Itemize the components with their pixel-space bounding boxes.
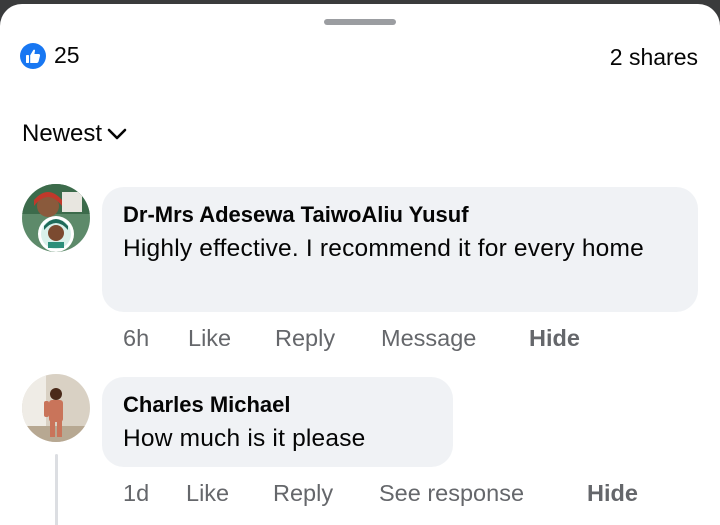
like-button[interactable]: Like [188, 325, 275, 352]
comment-timestamp[interactable]: 6h [123, 325, 188, 352]
comment-actions: 6h Like Reply Message Hide [123, 325, 580, 352]
reply-button[interactable]: Reply [273, 480, 379, 507]
hide-button[interactable]: Hide [587, 480, 638, 507]
comment-bubble[interactable]: Charles Michael How much is it please [102, 377, 453, 467]
hide-button[interactable]: Hide [529, 325, 580, 352]
sort-label: Newest [22, 120, 103, 147]
comment-author[interactable]: Dr-Mrs Adesewa TaiwoAliu Yusuf [123, 201, 676, 229]
see-response-button[interactable]: See response [379, 480, 587, 507]
chevron-down-icon [107, 128, 127, 140]
reaction-count: 25 [54, 42, 80, 68]
reply-thread-line [55, 454, 58, 525]
sort-dropdown[interactable]: Newest [22, 120, 127, 148]
drag-handle[interactable] [324, 19, 396, 25]
avatar[interactable] [22, 184, 90, 252]
reactions-summary[interactable]: 25 [20, 42, 80, 69]
comment-timestamp[interactable]: 1d [123, 480, 186, 507]
like-button[interactable]: Like [186, 480, 273, 507]
like-icon [20, 42, 46, 69]
comment-author[interactable]: Charles Michael [123, 391, 431, 419]
comment-text: Highly effective. I recommend it for eve… [123, 235, 644, 262]
comment-bubble[interactable]: Dr-Mrs Adesewa TaiwoAliu Yusuf Highly ef… [102, 187, 698, 312]
shares-count[interactable]: 2 shares [610, 44, 698, 71]
message-button[interactable]: Message [381, 325, 529, 352]
comments-sheet: 25 2 shares Newest Dr-Mrs Adesewa TaiwoA… [0, 4, 720, 525]
reply-button[interactable]: Reply [275, 325, 381, 352]
comment-actions: 1d Like Reply See response Hide [123, 480, 638, 507]
avatar[interactable] [22, 374, 90, 442]
comment-text: How much is it please [123, 425, 366, 452]
